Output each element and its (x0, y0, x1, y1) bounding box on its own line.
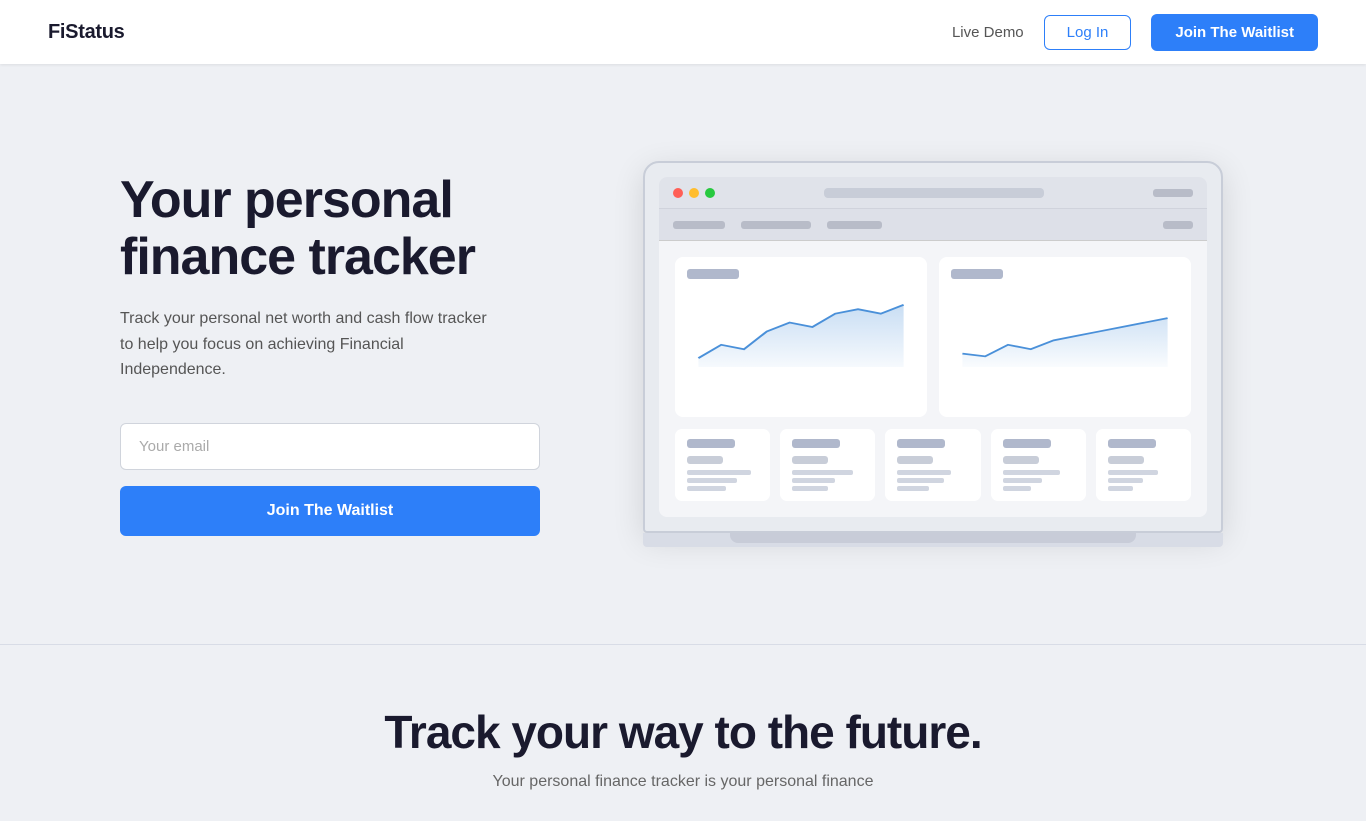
bar-1b (687, 478, 737, 483)
mock-stats-row (675, 429, 1191, 501)
laptop-illustration (643, 161, 1223, 547)
hero-title: Your personal finance tracker (120, 172, 580, 286)
chart-svg-2 (951, 287, 1179, 367)
mock-titlebar (659, 177, 1207, 209)
mock-toolbar (659, 209, 1207, 241)
stat-bars-4 (1003, 470, 1074, 491)
hero-visual (580, 161, 1286, 547)
chart-fill-2 (962, 318, 1167, 367)
bar-2b (792, 478, 835, 483)
hero-content: Your personal finance tracker Track your… (120, 172, 580, 536)
bar-2c (792, 486, 828, 491)
hero-description: Track your personal net worth and cash f… (120, 306, 500, 383)
mock-tb-btn3 (827, 221, 882, 229)
stat-title-2 (792, 439, 840, 448)
dot-green (705, 188, 715, 198)
stat-bars-5 (1108, 470, 1179, 491)
mock-chart-card-2 (939, 257, 1191, 417)
chart-svg-1 (687, 287, 915, 367)
stat-val-3 (897, 456, 933, 464)
stat-bars-1 (687, 470, 758, 491)
bottom-title: Track your way to the future. (0, 705, 1366, 759)
mock-tb-btn1 (673, 221, 725, 229)
stat-bars-2 (792, 470, 863, 491)
mock-chart-label-2 (951, 269, 1003, 279)
stat-val-4 (1003, 456, 1039, 464)
logo: FiStatus (48, 21, 125, 44)
stat-bars-3 (897, 470, 968, 491)
stat-title-5 (1108, 439, 1156, 448)
bottom-subtitle: Your personal finance tracker is your pe… (0, 773, 1366, 791)
mock-charts-row (675, 257, 1191, 417)
stat-val-5 (1108, 456, 1144, 464)
bar-5a (1108, 470, 1158, 475)
mock-chart-card-1 (675, 257, 927, 417)
bar-1a (687, 470, 751, 475)
mock-stat-card-5 (1096, 429, 1191, 501)
stat-title-3 (897, 439, 945, 448)
bar-4a (1003, 470, 1060, 475)
chart-fill-1 (698, 305, 903, 367)
bar-3b (897, 478, 943, 483)
laptop-foot (730, 533, 1136, 543)
bar-4b (1003, 478, 1042, 483)
nav-waitlist-button[interactable]: Join The Waitlist (1151, 14, 1318, 51)
laptop-inner (659, 177, 1207, 517)
login-button[interactable]: Log In (1044, 15, 1132, 50)
stat-val-2 (792, 456, 828, 464)
mock-stat-card-3 (885, 429, 980, 501)
bar-4c (1003, 486, 1031, 491)
stat-title-1 (687, 439, 735, 448)
mock-stat-card-2 (780, 429, 875, 501)
bar-2a (792, 470, 853, 475)
live-demo-link[interactable]: Live Demo (952, 24, 1024, 41)
bar-3a (897, 470, 950, 475)
bar-5b (1108, 478, 1144, 483)
mock-content (659, 241, 1207, 517)
email-input[interactable] (120, 423, 540, 470)
bar-3c (897, 486, 929, 491)
mock-stat-card-4 (991, 429, 1086, 501)
mock-url-bar (824, 188, 1044, 198)
mock-tb-btn2 (741, 221, 811, 229)
waitlist-button[interactable]: Join The Waitlist (120, 486, 540, 536)
bottom-section: Track your way to the future. Your perso… (0, 644, 1366, 821)
dot-yellow (689, 188, 699, 198)
hero-section: Your personal finance tracker Track your… (0, 64, 1366, 644)
bar-5c (1108, 486, 1133, 491)
nav-right: Live Demo Log In Join The Waitlist (952, 14, 1318, 51)
laptop-base (643, 533, 1223, 547)
mock-stat-card-1 (675, 429, 770, 501)
mock-url (721, 188, 1147, 198)
navbar: FiStatus Live Demo Log In Join The Waitl… (0, 0, 1366, 64)
mock-corner-btn (1153, 189, 1193, 197)
stat-val-1 (687, 456, 723, 464)
dot-red (673, 188, 683, 198)
laptop-screen (643, 161, 1223, 533)
bar-1c (687, 486, 726, 491)
stat-title-4 (1003, 439, 1051, 448)
mock-tb-btn4 (1163, 221, 1193, 229)
mock-chart-label-1 (687, 269, 739, 279)
